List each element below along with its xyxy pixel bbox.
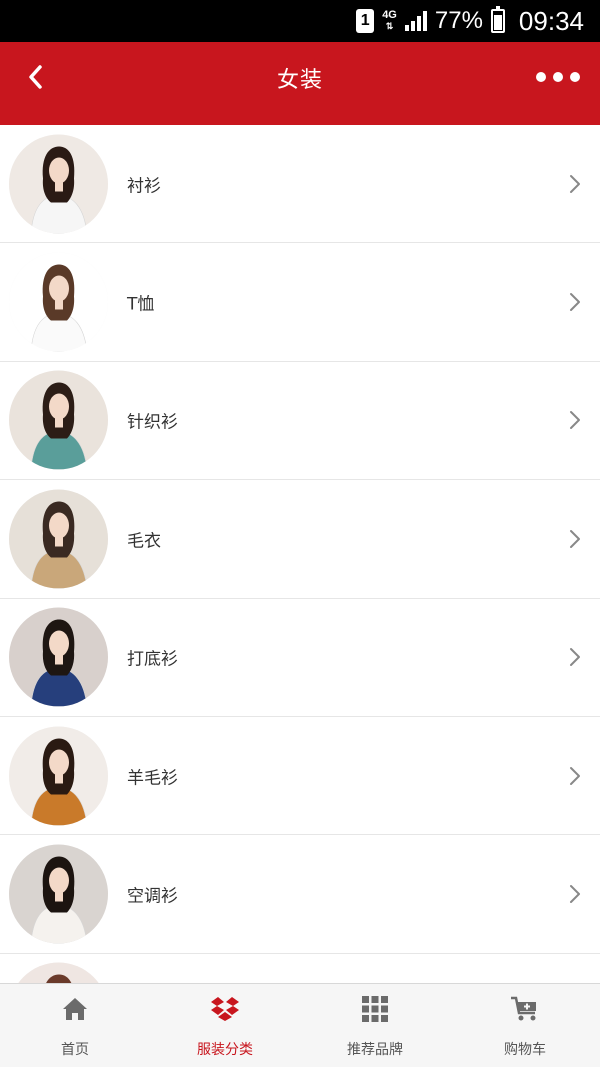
- home-icon: [60, 994, 90, 1024]
- network-type: 4G: [382, 9, 397, 21]
- category-item[interactable]: 羊毛衫: [0, 716, 600, 836]
- network-arrows: ⇅: [385, 21, 394, 31]
- grid-icon: [360, 994, 390, 1024]
- category-label: 空调衫: [127, 886, 178, 907]
- chevron-right-icon: [568, 646, 582, 668]
- category-thumbnail: [9, 370, 108, 470]
- battery-icon: [490, 6, 505, 33]
- clock: 09:34: [518, 5, 584, 36]
- tab-label: 购物车: [504, 1042, 546, 1058]
- chevron-right-icon: [568, 173, 582, 195]
- tab-home[interactable]: 首页: [0, 984, 150, 1067]
- network-indicator: 4G ⇅: [382, 10, 397, 32]
- category-thumbnail: [9, 844, 108, 944]
- category-item[interactable]: 针织衫: [0, 361, 600, 481]
- page-title: 女装: [276, 67, 323, 93]
- sim-badge: 1: [356, 9, 375, 33]
- tab-dropbox-box[interactable]: 服装分类: [150, 984, 300, 1067]
- bottom-tab-bar: 首页 服装分类 推荐品牌 购物车: [0, 983, 600, 1067]
- chevron-left-icon: [29, 65, 42, 89]
- chevron-right-icon: [568, 291, 582, 313]
- tab-cart[interactable]: 购物车: [450, 984, 600, 1067]
- category-label: 针织衫: [127, 412, 178, 433]
- tab-grid[interactable]: 推荐品牌: [300, 984, 450, 1067]
- battery-percent: 77%: [434, 7, 483, 34]
- category-label: 衬衫: [127, 176, 161, 197]
- chevron-right-icon: [568, 409, 582, 431]
- category-label: 羊毛衫: [127, 768, 178, 789]
- more-button[interactable]: [536, 72, 580, 82]
- app-header: 女装: [0, 42, 600, 125]
- category-thumbnail: [9, 607, 108, 707]
- signal-icon: [404, 11, 427, 31]
- cart-icon: [510, 994, 540, 1024]
- category-label: T恤: [127, 294, 155, 315]
- category-item[interactable]: 空调衫: [0, 835, 600, 954]
- back-button[interactable]: [18, 60, 52, 94]
- chevron-right-icon: [568, 883, 582, 905]
- category-label: 打底衫: [127, 649, 178, 670]
- category-item[interactable]: T恤: [0, 243, 600, 362]
- tab-label: 推荐品牌: [347, 1042, 403, 1058]
- chevron-right-icon: [568, 765, 582, 787]
- category-thumbnail: [9, 489, 108, 589]
- category-thumbnail: [9, 962, 108, 983]
- category-item[interactable]: 毛衣: [0, 480, 600, 599]
- category-thumbnail: [9, 726, 108, 826]
- category-thumbnail: [9, 252, 108, 352]
- category-item[interactable]: 打底衫: [0, 598, 600, 717]
- tab-label: 首页: [61, 1042, 89, 1058]
- status-bar: 1 4G ⇅ 77% 09:34: [0, 0, 600, 42]
- category-item[interactable]: 衬衫: [0, 125, 600, 244]
- more-dots-icon: [536, 72, 546, 82]
- category-label: 毛衣: [127, 531, 161, 552]
- app-screen: 1 4G ⇅ 77% 09:34 女装 衬衫 T恤针织衫毛衣打底衫羊毛衫空调衫 首…: [0, 0, 600, 1067]
- chevron-right-icon: [568, 528, 582, 550]
- dropbox-box-icon: [210, 994, 240, 1024]
- category-item[interactable]: [0, 953, 600, 983]
- category-thumbnail: [9, 134, 108, 234]
- tab-label: 服装分类: [197, 1042, 253, 1058]
- category-list: 衬衫 T恤针织衫毛衣打底衫羊毛衫空调衫: [0, 125, 600, 983]
